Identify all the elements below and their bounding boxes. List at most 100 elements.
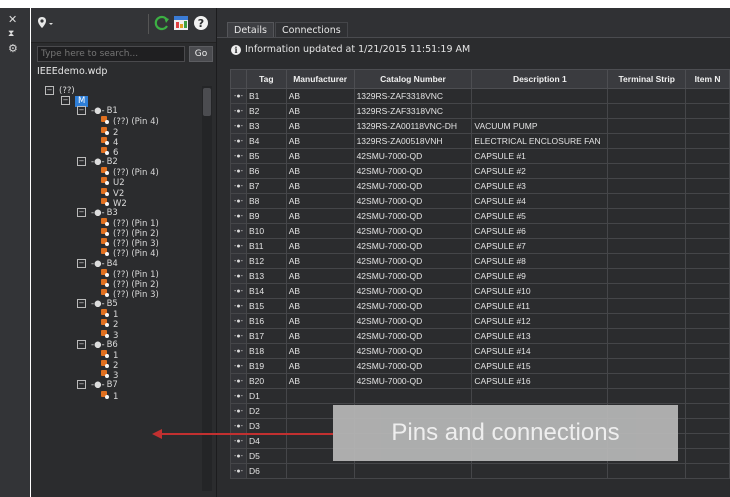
table-cell[interactable] [685,418,730,434]
table-cell[interactable]: B9 [245,208,287,224]
table-cell[interactable]: 42SMU-7000-QD [353,343,473,359]
table-cell[interactable] [607,268,687,284]
table-cell[interactable] [471,388,609,404]
table-cell[interactable]: B16 [245,313,287,329]
table-cell[interactable] [471,88,609,104]
table-cell[interactable] [685,103,730,119]
table-cell[interactable]: B12 [245,253,287,269]
table-cell[interactable] [607,253,687,269]
table-row[interactable]: -●- B14 AB 42SMU-7000-QD CAPSULE #10 [230,283,730,299]
table-cell[interactable]: B3 [245,118,287,134]
table-cell[interactable] [607,193,687,209]
table-cell[interactable]: B10 [245,223,287,239]
table-row[interactable]: -●- B12 AB 42SMU-7000-QD CAPSULE #8 [230,253,730,269]
table-cell[interactable] [607,163,687,179]
row-selector[interactable]: -●- [230,298,247,314]
close-icon[interactable]: ✕ [8,14,17,25]
table-row[interactable]: -●- B2 AB 1329RS-ZAF3318VNC [230,103,730,119]
table-cell[interactable] [685,358,730,374]
tree-pin-node[interactable]: 1 [101,390,118,402]
table-cell[interactable]: CAPSULE #16 [471,373,609,389]
table-cell[interactable] [685,313,730,329]
table-cell[interactable] [685,328,730,344]
table-cell[interactable]: 42SMU-7000-QD [353,328,473,344]
collapse-toggle-icon[interactable]: − [61,96,70,106]
table-cell[interactable]: AB [285,238,355,254]
table-cell[interactable] [607,463,687,479]
table-cell[interactable]: CAPSULE #2 [471,163,609,179]
table-cell[interactable]: 42SMU-7000-QD [353,298,473,314]
table-cell[interactable]: CAPSULE #10 [471,283,609,299]
table-cell[interactable] [285,463,355,479]
table-row[interactable]: -●- B8 AB 42SMU-7000-QD CAPSULE #4 [230,193,730,209]
table-row[interactable]: -●- B18 AB 42SMU-7000-QD CAPSULE #14 [230,343,730,359]
table-cell[interactable]: D1 [245,388,287,404]
table-cell[interactable]: B8 [245,193,287,209]
table-cell[interactable]: AB [285,163,355,179]
help-icon[interactable]: ? [193,15,209,31]
table-cell[interactable]: B17 [245,328,287,344]
table-cell[interactable] [685,298,730,314]
table-cell[interactable]: AB [285,178,355,194]
table-cell[interactable]: AB [285,193,355,209]
table-cell[interactable] [685,448,730,464]
table-cell[interactable]: B1 [245,88,287,104]
table-cell[interactable]: CAPSULE #13 [471,328,609,344]
table-cell[interactable]: 42SMU-7000-QD [353,163,473,179]
table-cell[interactable]: B7 [245,178,287,194]
table-cell[interactable]: 42SMU-7000-QD [353,313,473,329]
table-cell[interactable] [685,223,730,239]
table-cell[interactable] [607,103,687,119]
location-pin-icon[interactable] [37,16,53,30]
table-cell[interactable] [471,463,609,479]
table-row[interactable]: -●- B19 AB 42SMU-7000-QD CAPSULE #15 [230,358,730,374]
table-cell[interactable]: AB [285,268,355,284]
table-cell[interactable] [607,388,687,404]
table-cell[interactable]: CAPSULE #1 [471,148,609,164]
table-cell[interactable]: D2 [245,403,287,419]
table-cell[interactable] [607,373,687,389]
table-row[interactable]: -●- B5 AB 42SMU-7000-QD CAPSULE #1 [230,148,730,164]
table-cell[interactable]: AB [285,148,355,164]
row-selector[interactable]: -●- [230,163,247,179]
table-cell[interactable]: 1329RS-ZA00118VNC-DH [353,118,473,134]
table-row[interactable]: -●- B11 AB 42SMU-7000-QD CAPSULE #7 [230,238,730,254]
table-cell[interactable]: AB [285,103,355,119]
row-selector[interactable]: -●- [230,118,247,134]
project-name[interactable]: IEEEdemo.wdp [37,66,107,77]
table-row[interactable]: -●- B1 AB 1329RS-ZAF3318VNC [230,88,730,104]
row-selector[interactable]: -●- [230,388,247,404]
tree-scrollbar[interactable] [202,86,212,491]
table-cell[interactable] [685,193,730,209]
column-header[interactable]: Tag [245,69,287,89]
table-cell[interactable]: B18 [245,343,287,359]
table-cell[interactable] [607,328,687,344]
table-cell[interactable]: B19 [245,358,287,374]
table-row[interactable]: -●- B9 AB 42SMU-7000-QD CAPSULE #5 [230,208,730,224]
row-selector[interactable]: -●- [230,88,247,104]
collapse-icon[interactable]: ⧗ [8,29,14,40]
row-selector[interactable]: -●- [230,418,247,434]
table-cell[interactable]: 42SMU-7000-QD [353,238,473,254]
table-cell[interactable]: 42SMU-7000-QD [353,253,473,269]
row-selector[interactable]: -●- [230,223,247,239]
row-selector[interactable]: -●- [230,463,247,479]
refresh-icon[interactable] [154,15,170,31]
table-cell[interactable] [685,178,730,194]
collapse-toggle-icon[interactable]: − [77,299,86,309]
table-cell[interactable]: 42SMU-7000-QD [353,283,473,299]
table-cell[interactable]: B5 [245,148,287,164]
table-row[interactable]: -●- B7 AB 42SMU-7000-QD CAPSULE #3 [230,178,730,194]
table-cell[interactable] [607,283,687,299]
row-selector[interactable]: -●- [230,253,247,269]
table-cell[interactable]: B11 [245,238,287,254]
table-cell[interactable]: 42SMU-7000-QD [353,208,473,224]
table-cell[interactable] [685,208,730,224]
table-cell[interactable]: VACUUM PUMP [471,118,609,134]
table-cell[interactable] [607,208,687,224]
row-selector[interactable]: -●- [230,133,247,149]
table-cell[interactable]: B15 [245,298,287,314]
table-cell[interactable] [685,268,730,284]
table-cell[interactable]: CAPSULE #11 [471,298,609,314]
table-cell[interactable] [685,163,730,179]
